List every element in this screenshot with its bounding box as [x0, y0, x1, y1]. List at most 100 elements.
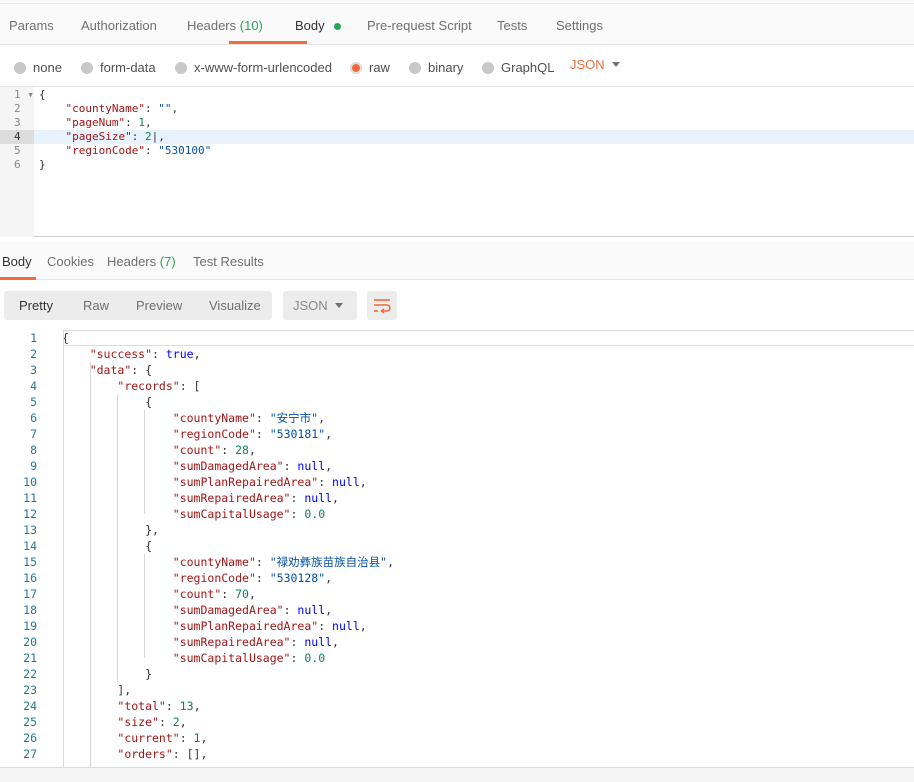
- line-code: "records": [: [62, 378, 200, 394]
- code-line: 3 "pageNum": 1,: [0, 116, 914, 130]
- token: 2: [172, 715, 180, 729]
- token: null: [304, 635, 333, 649]
- line-code: ],: [62, 682, 131, 698]
- line-number: 8: [30, 443, 37, 457]
- code-line: 13 },: [0, 522, 914, 538]
- token: 1: [138, 116, 145, 129]
- token: 0.0: [304, 507, 326, 521]
- tab-pre-request-script[interactable]: Pre-request Script: [367, 4, 472, 44]
- view-pretty[interactable]: Pretty: [19, 291, 53, 320]
- raw-format-dropdown[interactable]: JSON: [570, 57, 605, 72]
- token: 2: [144, 130, 152, 143]
- line-code: "pageNum": 1,: [39, 116, 152, 129]
- request-tabs: Params Authorization Headers (10) Body P…: [0, 4, 914, 45]
- code-line: 23 ],: [0, 682, 914, 698]
- token: ,: [248, 587, 256, 601]
- line-code: "sumRepairedArea": null,: [62, 490, 339, 506]
- line-number: 22: [23, 667, 37, 681]
- code-line: 4 "pageSize": 2|,: [0, 130, 914, 144]
- token: ,: [325, 427, 333, 441]
- response-body-viewer[interactable]: 1{2 "success": true, 3 "data": {4 "record…: [0, 330, 914, 767]
- token: "sumCapitalUsage": [172, 651, 291, 665]
- token: : [: [179, 379, 201, 393]
- response-format-dropdown[interactable]: JSON: [283, 291, 357, 320]
- token: ],: [62, 683, 132, 697]
- token: :: [221, 443, 236, 457]
- token: true: [165, 347, 194, 361]
- token: :: [144, 102, 159, 115]
- radio-none[interactable]: none: [14, 60, 62, 75]
- tab-settings[interactable]: Settings: [556, 4, 603, 44]
- line-number: 15: [23, 555, 37, 569]
- tab-tests[interactable]: Tests: [497, 4, 527, 44]
- line-code: "sumPlanRepairedArea": null,: [62, 618, 367, 634]
- token: "sumDamagedArea": [172, 459, 284, 473]
- code-line: 2 "success": true,: [0, 346, 914, 362]
- token: {: [62, 539, 153, 553]
- request-body-editor[interactable]: 1 ▾{2 "countyName": "", 3 "pageNum": 1, 4 …: [0, 86, 914, 237]
- token: "sumRepairedArea": [172, 635, 291, 649]
- radio-label: none: [33, 60, 62, 75]
- token: ,: [359, 475, 367, 489]
- token: :: [255, 555, 270, 569]
- line-number: 5: [30, 395, 37, 409]
- line-code: },: [62, 522, 159, 538]
- radio-form-data[interactable]: form-data: [81, 60, 156, 75]
- code-line: 26 "current": 1,: [0, 730, 914, 746]
- token: }: [62, 667, 153, 681]
- tab-test-results[interactable]: Test Results: [193, 242, 264, 280]
- view-preview[interactable]: Preview: [136, 291, 182, 320]
- radio-x-www-form-urlencoded[interactable]: x-www-form-urlencoded: [175, 60, 332, 75]
- token: "sumRepairedArea": [172, 491, 291, 505]
- chevron-down-icon[interactable]: [612, 62, 620, 67]
- line-number: 18: [23, 603, 37, 617]
- tab-params[interactable]: Params: [9, 4, 54, 44]
- token: },: [62, 523, 159, 537]
- line-code: {: [62, 394, 152, 410]
- radio-label: GraphQL: [501, 60, 555, 75]
- code-line: 5 {: [0, 394, 914, 410]
- code-line: 8 "count": 28,: [0, 442, 914, 458]
- view-visualize[interactable]: Visualize: [209, 291, 261, 320]
- line-number: 19: [23, 619, 37, 633]
- token: ,: [144, 116, 152, 129]
- code-line: 21 "sumCapitalUsage": 0.0: [0, 650, 914, 666]
- token: "pageSize": [65, 130, 132, 143]
- line-code: "pageSize": 2|,: [39, 130, 165, 143]
- code-line: 20 "sumRepairedArea": null,: [0, 634, 914, 650]
- line-code: "total": 13,: [62, 698, 200, 714]
- line-code: }: [62, 666, 152, 682]
- token: ,: [200, 731, 208, 745]
- tab-body[interactable]: Body: [229, 4, 325, 44]
- view-raw[interactable]: Raw: [83, 291, 109, 320]
- tab-response-headers[interactable]: Headers (7): [107, 242, 176, 280]
- token: :: [283, 459, 298, 473]
- wrap-lines-button[interactable]: [367, 291, 397, 320]
- token: "countyName": [172, 555, 256, 569]
- token: :: [318, 619, 333, 633]
- radio-graphql[interactable]: GraphQL: [482, 60, 554, 75]
- line-number: 6: [14, 158, 21, 171]
- token: :: [221, 587, 236, 601]
- line-code: "size": 2,: [62, 714, 186, 730]
- radio-raw[interactable]: raw: [350, 60, 390, 75]
- radio-label: raw: [369, 60, 390, 75]
- line-number: 17: [23, 587, 37, 601]
- token: {: [39, 88, 46, 101]
- token: "sumDamagedArea": [172, 603, 284, 617]
- tab-cookies[interactable]: Cookies: [47, 242, 94, 280]
- token: ,: [325, 603, 333, 617]
- radio-selected-icon: [350, 61, 362, 74]
- token: "current": [117, 731, 180, 745]
- code-line: 4 "records": [: [0, 378, 914, 394]
- line-number: 10: [23, 475, 37, 489]
- line-code: "orders": [],: [62, 746, 207, 762]
- token: "禄劝彝族苗族自治县": [269, 555, 388, 569]
- tab-authorization[interactable]: Authorization: [81, 4, 157, 44]
- line-code: "countyName": "",: [39, 102, 179, 115]
- radio-binary[interactable]: binary: [409, 60, 463, 75]
- tab-response-body[interactable]: Body: [0, 242, 36, 280]
- code-line: 15 "countyName": "禄劝彝族苗族自治县",: [0, 554, 914, 570]
- line-number: 20: [23, 635, 37, 649]
